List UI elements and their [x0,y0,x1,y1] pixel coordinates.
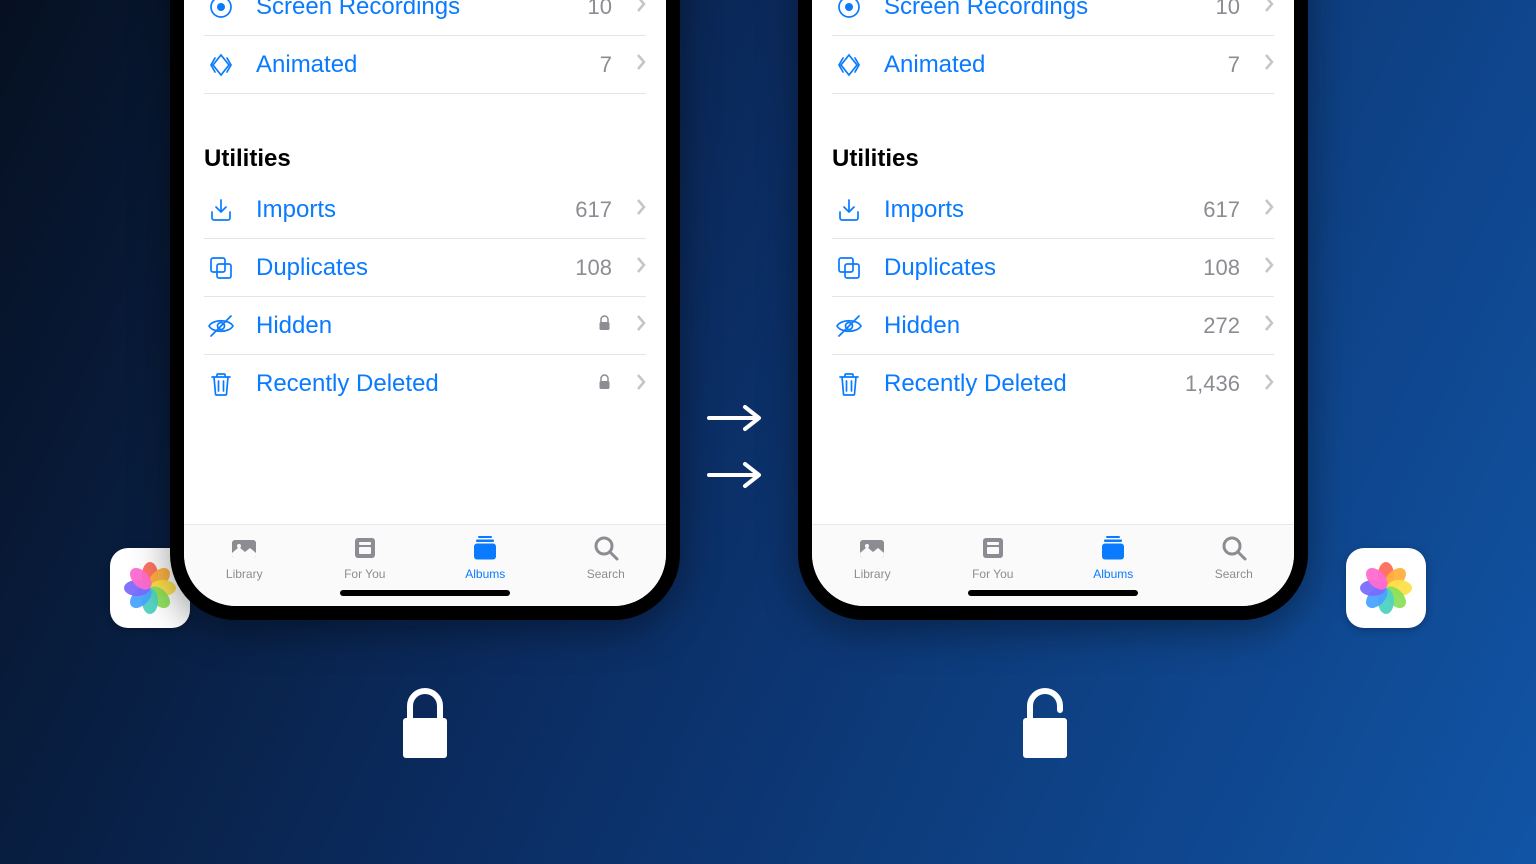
album-count: 108 [1203,255,1240,281]
album-count: 272 [1203,313,1240,339]
section-title-utilities: Utilities [832,139,1274,181]
tab-label: Search [1215,567,1253,581]
album-count: 10 [588,0,612,20]
tab-label: For You [344,567,385,581]
import-icon [832,193,866,227]
album-row-import[interactable]: Imports 617 [204,181,646,239]
album-label: Hidden [884,312,1185,340]
phone-mockup-unlocked: Screenshots381Screen Recordings10Animate… [798,0,1308,620]
tab-label: Albums [465,567,505,581]
tab-albums[interactable]: Albums [440,533,530,581]
album-row-hidden[interactable]: Hidden [204,297,646,355]
tab-search[interactable]: Search [1189,533,1279,581]
album-count: 617 [1203,197,1240,223]
foryou-icon [350,533,380,563]
chevron-right-icon [1264,314,1274,337]
album-row-import[interactable]: Imports 617 [832,181,1274,239]
album-label: Hidden [256,312,579,340]
duplicates-icon [832,251,866,285]
chevron-right-icon [636,198,646,221]
phone-mockup-locked: Screenshots382Screen Recordings10Animate… [170,0,680,620]
album-count: 1,436 [1185,371,1240,397]
library-icon [229,533,259,563]
duplicates-icon [204,251,238,285]
album-count: 7 [1228,52,1240,78]
arrow-icon [705,403,765,438]
album-row-duplicates[interactable]: Duplicates 108 [204,239,646,297]
tab-label: Library [226,567,263,581]
tab-label: Library [854,567,891,581]
album-label: Screen Recordings [884,0,1198,21]
album-row-animated[interactable]: Animated 7 [832,36,1274,94]
tab-label: Search [587,567,625,581]
chevron-right-icon [636,256,646,279]
tab-foryou[interactable]: For You [948,533,1038,581]
album-row-trash[interactable]: Recently Deleted [204,355,646,413]
import-icon [204,193,238,227]
tab-library[interactable]: Library [827,533,917,581]
album-count: 7 [600,52,612,78]
library-icon [857,533,887,563]
album-label: Screen Recordings [256,0,570,21]
album-count: 108 [575,255,612,281]
home-indicator [968,590,1138,596]
album-count: 10 [1216,0,1240,20]
chevron-right-icon [636,314,646,337]
foryou-icon [978,533,1008,563]
chevron-right-icon [1264,373,1274,396]
locked-icon [395,680,455,770]
album-label: Duplicates [884,254,1185,282]
chevron-right-icon [636,373,646,396]
trash-icon [832,367,866,401]
tab-search[interactable]: Search [561,533,651,581]
album-label: Imports [256,196,557,224]
record-icon [204,0,238,24]
album-row-animated[interactable]: Animated 7 [204,36,646,94]
album-row-trash[interactable]: Recently Deleted 1,436 [832,355,1274,413]
tab-label: Albums [1093,567,1133,581]
unlocked-icon [1015,680,1075,770]
album-row-duplicates[interactable]: Duplicates 108 [832,239,1274,297]
tab-foryou[interactable]: For You [320,533,410,581]
album-label: Recently Deleted [884,370,1167,398]
album-label: Animated [884,51,1210,79]
lock-icon [597,373,612,396]
tab-label: For You [972,567,1013,581]
chevron-right-icon [636,53,646,76]
albums-icon [1098,533,1128,563]
tab-albums[interactable]: Albums [1068,533,1158,581]
search-icon [591,533,621,563]
album-row-record[interactable]: Screen Recordings 10 [204,0,646,36]
chevron-right-icon [1264,198,1274,221]
lock-icon [597,314,612,337]
animated-icon [832,48,866,82]
photos-app-icon [1346,548,1426,628]
chevron-right-icon [636,0,646,18]
chevron-right-icon [1264,256,1274,279]
album-label: Imports [884,196,1185,224]
hidden-icon [832,309,866,343]
album-label: Recently Deleted [256,370,579,398]
album-row-record[interactable]: Screen Recordings 10 [832,0,1274,36]
tab-library[interactable]: Library [199,533,289,581]
album-row-hidden[interactable]: Hidden 272 [832,297,1274,355]
chevron-right-icon [1264,0,1274,18]
hidden-icon [204,309,238,343]
section-title-utilities: Utilities [204,139,646,181]
search-icon [1219,533,1249,563]
arrow-icon [705,460,765,495]
animated-icon [204,48,238,82]
home-indicator [340,590,510,596]
album-label: Animated [256,51,582,79]
record-icon [832,0,866,24]
album-label: Duplicates [256,254,557,282]
chevron-right-icon [1264,53,1274,76]
albums-icon [470,533,500,563]
trash-icon [204,367,238,401]
album-count: 617 [575,197,612,223]
